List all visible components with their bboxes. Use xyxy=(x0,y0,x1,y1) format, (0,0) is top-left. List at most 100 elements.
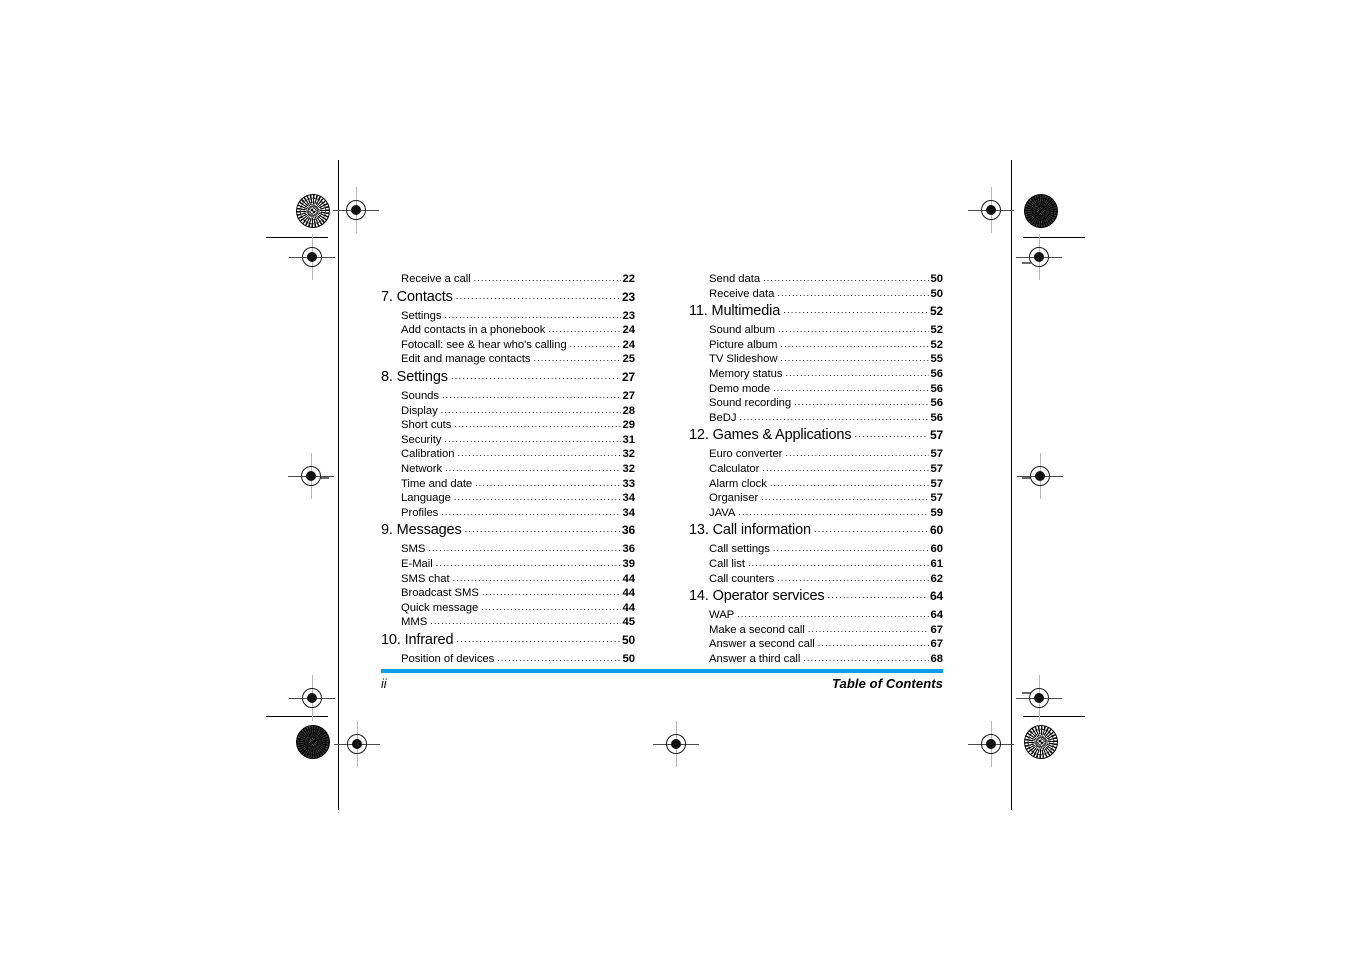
toc-entry-row[interactable]: Time and date...........................… xyxy=(381,477,635,492)
toc-page-number: 23 xyxy=(621,289,635,304)
toc-page-number: 67 xyxy=(930,623,944,636)
toc-entry-row[interactable]: Picture album...........................… xyxy=(689,338,943,353)
reg-center-dot xyxy=(986,739,996,749)
toc-entry-row[interactable]: Broadcast SMS...........................… xyxy=(381,586,635,601)
toc-page-number: 22 xyxy=(622,273,636,285)
toc-label: Edit and manage contacts xyxy=(401,353,531,366)
toc-entry-row[interactable]: Memory status...........................… xyxy=(689,367,943,382)
toc-page-number: 31 xyxy=(622,433,636,446)
toc-label: 10. Infrared xyxy=(381,631,454,648)
toc-entry-row[interactable]: Short cuts..............................… xyxy=(381,418,635,433)
toc-entry-row[interactable]: Sound album.............................… xyxy=(689,323,943,338)
toc-dot-leader: ........................................… xyxy=(454,419,620,430)
toc-entry-row[interactable]: Send data...............................… xyxy=(689,272,943,287)
toc-page-number: 56 xyxy=(930,411,944,424)
toc-entry-row[interactable]: Quick message...........................… xyxy=(381,601,635,616)
toc-dot-leader: ........................................… xyxy=(497,652,620,663)
toc-page-number: 44 xyxy=(622,587,636,600)
toc-chapter-row[interactable]: 9. Messages.............................… xyxy=(381,520,635,542)
toc-entry-row[interactable]: Language................................… xyxy=(381,491,635,506)
toc-page-number: 60 xyxy=(929,523,943,538)
toc-label: 11. Multimedia xyxy=(689,303,781,320)
toc-label: Make a second call xyxy=(709,623,805,636)
toc-chapter-row[interactable]: 10. Infrared............................… xyxy=(381,630,635,652)
toc-entry-row[interactable]: E-Mail..................................… xyxy=(381,557,635,572)
toc-entry-row[interactable]: Answer a third call.....................… xyxy=(689,652,943,667)
toc-entry-row[interactable]: Demo mode...............................… xyxy=(689,382,943,397)
toc-entry-row[interactable]: Sound recording.........................… xyxy=(689,396,943,411)
toc-dot-leader: ........................................… xyxy=(817,638,929,649)
toc-chapter-row[interactable]: 7. Contacts.............................… xyxy=(381,287,635,309)
toc-dot-leader: ........................................… xyxy=(777,287,928,298)
toc-entry-row[interactable]: BeDJ....................................… xyxy=(689,411,943,426)
toc-entry-row[interactable]: Answer a second call....................… xyxy=(689,637,943,652)
toc-entry-row[interactable]: Add contacts in a phonebook.............… xyxy=(381,323,635,338)
toc-entry-row[interactable]: Edit and manage contacts................… xyxy=(381,352,635,367)
toc-entry-row[interactable]: Display.................................… xyxy=(381,404,635,419)
toc-dot-leader: ........................................… xyxy=(440,404,621,415)
toc-dot-leader: ........................................… xyxy=(444,309,620,320)
toc-chapter-row[interactable]: 13. Call information....................… xyxy=(689,520,943,542)
toc-dot-leader: ........................................… xyxy=(763,273,928,283)
toc-label: Calculator xyxy=(709,462,760,475)
toc-label: Sounds xyxy=(401,389,440,402)
toc-page-number: 62 xyxy=(930,572,944,585)
toc-chapter-row[interactable]: 14. Operator services...................… xyxy=(689,586,943,608)
toc-entry-row[interactable]: Receive data............................… xyxy=(689,287,943,302)
toc-dot-leader: ........................................… xyxy=(456,633,620,645)
toc-dot-leader: ........................................… xyxy=(769,477,929,488)
toc-chapter-row[interactable]: 12. Games & Applications................… xyxy=(689,425,943,447)
toc-entry-row[interactable]: Call list...............................… xyxy=(689,557,943,572)
toc-page-number: 67 xyxy=(930,638,944,651)
toc-label: Answer a second call xyxy=(709,638,815,651)
toc-chapter-row[interactable]: 8. Settings.............................… xyxy=(381,367,635,389)
toc-chapter-row[interactable]: 11. Multimedia..........................… xyxy=(689,301,943,323)
toc-dot-leader: ........................................… xyxy=(783,305,928,317)
toc-entry-row[interactable]: SMS.....................................… xyxy=(381,542,635,557)
toc-dot-leader: ........................................… xyxy=(475,477,620,488)
toc-label: Language xyxy=(401,492,451,505)
toc-label: Send data xyxy=(709,273,761,285)
toc-entry-row[interactable]: Receive a call..........................… xyxy=(381,272,635,287)
toc-dot-leader: ........................................… xyxy=(738,506,929,517)
toc-dot-leader: ........................................… xyxy=(737,609,928,620)
toc-entry-row[interactable]: Fotocall: see & hear who's calling......… xyxy=(381,338,635,353)
toc-entry-row[interactable]: WAP.....................................… xyxy=(689,608,943,623)
toc-entry-row[interactable]: Network.................................… xyxy=(381,462,635,477)
registration-crosshair-bottom-right xyxy=(968,721,1014,767)
toc-entry-row[interactable]: MMS.....................................… xyxy=(381,615,635,630)
toc-entry-row[interactable]: Alarm clock.............................… xyxy=(689,477,943,492)
toc-dot-leader: ........................................… xyxy=(762,462,928,473)
toc-entry-row[interactable]: Organiser...............................… xyxy=(689,491,943,506)
toc-entry-row[interactable]: Sounds..................................… xyxy=(381,389,635,404)
toc-entry-row[interactable]: Call counters...........................… xyxy=(689,572,943,587)
toc-entry-row[interactable]: Euro converter..........................… xyxy=(689,447,943,462)
toc-entry-row[interactable]: Call settings...........................… xyxy=(689,542,943,557)
reg-center-dot xyxy=(307,693,317,703)
toc-dot-leader: ........................................… xyxy=(548,324,620,335)
toc-page-number: 34 xyxy=(622,506,636,519)
toc-label: Fotocall: see & hear who's calling xyxy=(401,338,567,351)
toc-dot-leader: ........................................… xyxy=(854,429,928,441)
toc-entry-row[interactable]: Settings................................… xyxy=(381,309,635,324)
toc-entry-row[interactable]: Position of devices.....................… xyxy=(381,652,635,667)
toc-entry-row[interactable]: Security................................… xyxy=(381,433,635,448)
toc-entry-row[interactable]: SMS chat................................… xyxy=(381,572,635,587)
toc-dot-leader: ........................................… xyxy=(450,370,620,382)
toc-entry-row[interactable]: Make a second call......................… xyxy=(689,623,943,638)
toc-label: MMS xyxy=(401,616,428,629)
toc-entry-row[interactable]: JAVA....................................… xyxy=(689,506,943,521)
table-of-contents: Receive a call..........................… xyxy=(381,272,943,666)
toc-page-number: 55 xyxy=(930,353,944,366)
footer-line: ii Table of Contents xyxy=(381,673,943,691)
toc-entry-row[interactable]: Calculator..............................… xyxy=(689,462,943,477)
toc-dot-leader: ........................................… xyxy=(455,290,620,302)
toc-page-number: 56 xyxy=(930,367,944,380)
toc-label: Calibration xyxy=(401,448,455,461)
toc-entry-row[interactable]: Calibration.............................… xyxy=(381,447,635,462)
reg-center-dot xyxy=(307,252,317,262)
toc-entry-row[interactable]: TV Slideshow............................… xyxy=(689,352,943,367)
toc-label: TV Slideshow xyxy=(709,353,778,366)
trim-line-right xyxy=(1011,160,1012,810)
toc-entry-row[interactable]: Profiles................................… xyxy=(381,506,635,521)
